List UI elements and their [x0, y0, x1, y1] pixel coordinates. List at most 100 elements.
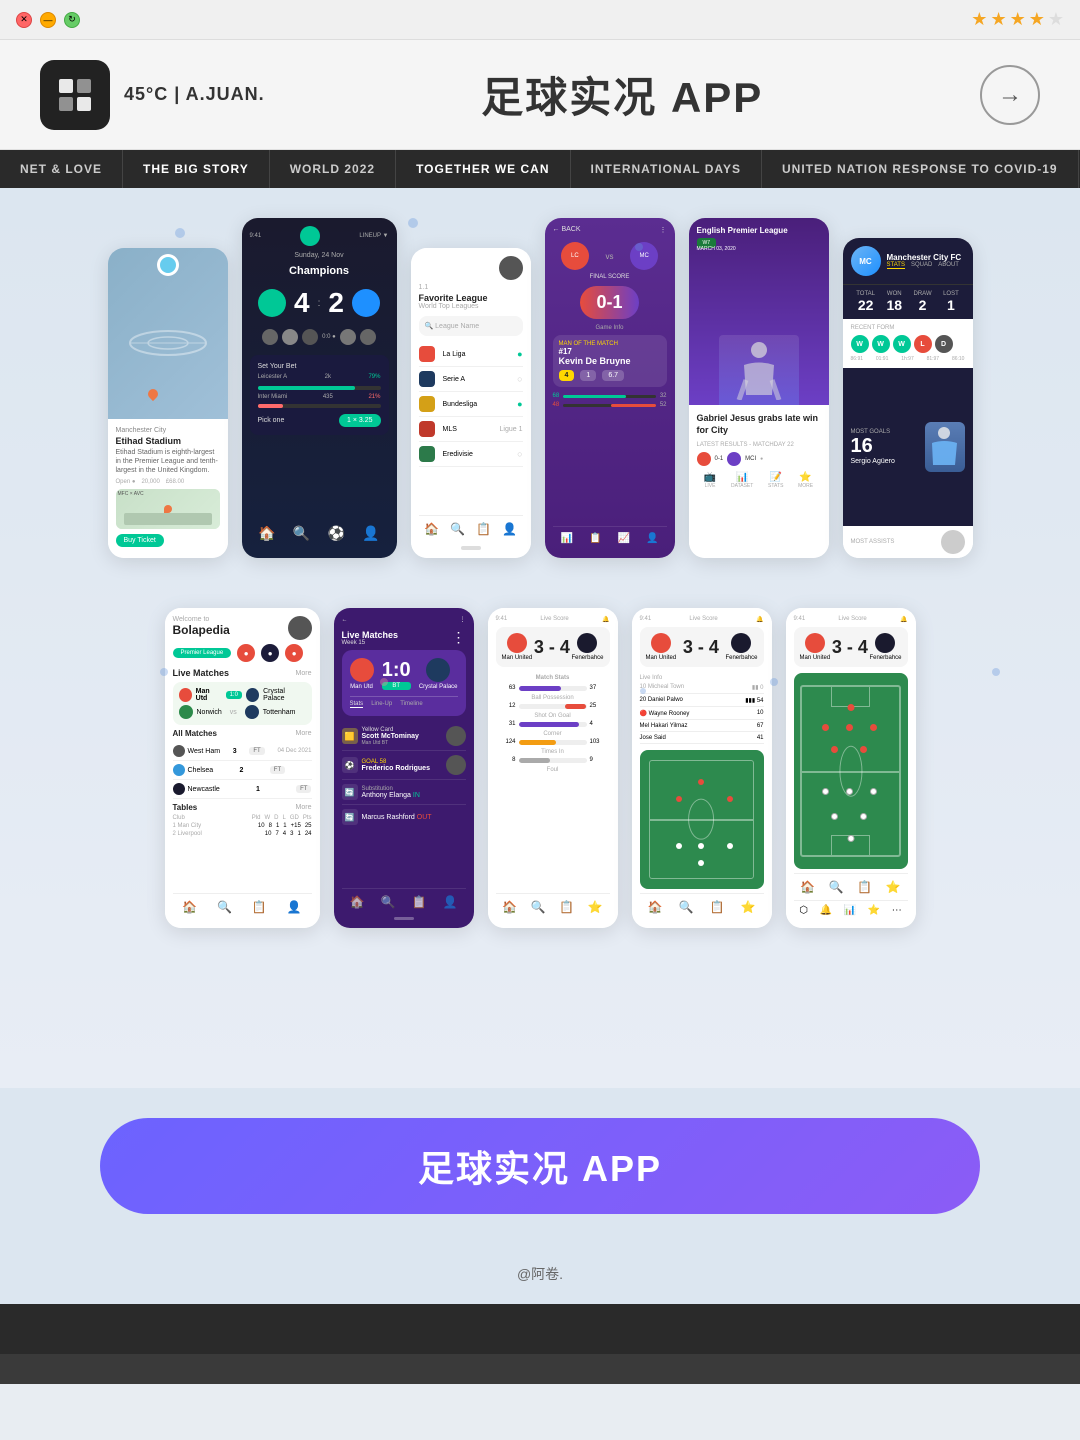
welcome-text: Welcome to [173, 616, 230, 623]
player-name: Sergio Agüero [851, 458, 895, 465]
mockup-live-score-players: 9:41Live Score🔔 Man United 3 - 4 Fenerba… [632, 608, 772, 928]
epl-league-name: English Premier League [697, 226, 821, 235]
stadium-image [108, 248, 228, 419]
ticker-item-4[interactable]: INTERNATIONAL DAYS [571, 150, 762, 188]
favorite-league-title: Favorite League [419, 293, 523, 303]
title-bar: ✕ — ↻ ★★★★★ [0, 0, 1080, 40]
match-item: West Ham 3 FT 04 Dec 2021 [173, 742, 312, 761]
deco-dot [770, 678, 778, 686]
home-team-logo [258, 289, 286, 317]
live-score-display: 3 - 4 [683, 637, 719, 658]
home-team-name: Man United [502, 655, 533, 661]
deco-dot [175, 228, 185, 238]
pitch-away-team: Fenerbahce [869, 655, 901, 661]
form-w1: W [851, 335, 869, 353]
mockup-stadium: Manchester City Etihad Stadium Etihad St… [108, 248, 228, 558]
deco-dot [160, 668, 168, 676]
cta-button[interactable]: 足球实况 APP [100, 1118, 980, 1214]
favorite-league-subtitle: World Top Leagues [419, 303, 523, 310]
league-badge: Premier League [173, 648, 232, 658]
refresh-button[interactable]: ↻ [64, 12, 80, 28]
match-date: Sunday, 24 Nov [250, 252, 389, 259]
cta-section: 足球实况 APP [0, 1088, 1080, 1244]
mockup-champions: 9:41 LINEUP ▼ Sunday, 24 Nov Champions 4… [242, 218, 397, 558]
live-matches-label: Live Matches [173, 668, 230, 678]
home-team: Man Utd [350, 684, 374, 690]
mockup-epl: English Premier League W7 MARCH 03, 2020 [689, 218, 829, 558]
deco-dot [408, 218, 418, 228]
deco-dot [635, 243, 643, 251]
live-week: Week 15 [342, 640, 399, 646]
form-d: D [935, 335, 953, 353]
mockup-favorite-league: 1.1 Favorite League World Top Leagues 🔍 … [411, 248, 531, 558]
league-item: Serie A ○ [419, 367, 523, 392]
bolapedia-name: Bolapedia [173, 623, 230, 637]
pick-label: Pick one [258, 417, 285, 424]
nav-arrow-button[interactable]: → [980, 65, 1040, 125]
league-item: La Liga ● [419, 342, 523, 367]
minimize-button[interactable]: — [40, 12, 56, 28]
tab-stats[interactable]: STATS [887, 262, 905, 269]
form-w2: W [872, 335, 890, 353]
logo-icon [40, 60, 110, 130]
bet-label: Set Your Bet [258, 363, 381, 370]
epl-date: MARCH 03, 2020 [697, 246, 736, 252]
league-item: Bundesliga ● [419, 392, 523, 417]
champions-title: Champions [250, 265, 389, 277]
league-item: Eredivisie ○ [419, 442, 523, 467]
ticker-item-0[interactable]: NET & LOVE [0, 150, 123, 188]
ticker-item-5[interactable]: UNITED NATION RESPONSE TO COVID-19 [762, 150, 1079, 188]
away-team-logo [352, 289, 380, 317]
credit-text: @阿卷. [517, 1266, 563, 1282]
home-score: 4 [294, 287, 310, 319]
stadium-description: Etihad Stadium is eighth-largest in the … [116, 448, 220, 475]
live-away-team: Fenerbahce [725, 655, 757, 661]
buy-ticket-button[interactable]: Buy Ticket [116, 534, 164, 547]
ticker-item-1[interactable]: THE BIG STORY [123, 150, 270, 188]
app-title: 足球实况 APP [481, 64, 763, 125]
league-search[interactable]: 🔍 League Name [419, 316, 523, 336]
live-home-team: Man United [646, 655, 677, 661]
main-content: Manchester City Etihad Stadium Etihad St… [0, 188, 1080, 1088]
tab-squad[interactable]: SQUAD [911, 262, 932, 269]
mockup-live-pitch: 9:41Live Score🔔 Man United 3 - 4 Fenerba… [786, 608, 916, 928]
mockup-bolapedia: Welcome to Bolapedia Premier League ● ● … [165, 608, 320, 928]
league-item: MLS Ligue 1 [419, 417, 523, 442]
motm-name: Kevin De Bruyne [559, 356, 661, 366]
pitch-home-team: Man United [800, 655, 831, 661]
deco-dot [640, 688, 646, 694]
match-item: Newcastle 1 FT [173, 780, 312, 799]
app-header: 45°C | A.JUAN. 足球实况 APP → [0, 40, 1080, 150]
match-item: Chelsea 2 FT [173, 761, 312, 780]
deco-dot [380, 678, 388, 686]
close-button[interactable]: ✕ [16, 12, 32, 28]
stat-lost: 1 [943, 297, 959, 313]
ticker-item-2[interactable]: WORLD 2022 [270, 150, 396, 188]
stat-total: 22 [856, 297, 875, 313]
nav-ticker: NET & LOVE THE BIG STORY WORLD 2022 TOGE… [0, 150, 1080, 188]
motm-stat2: 1 [580, 370, 596, 381]
form-w3: W [893, 335, 911, 353]
pitch-score: 3 - 4 [832, 637, 868, 658]
match-score: 3 - 4 [534, 637, 570, 658]
mockup-mcfc: MC Manchester City FC STATS SQUAD ABOUT … [843, 238, 973, 558]
star-rating: ★★★★★ [971, 9, 1064, 30]
odd-label: 1 × 3.25 [339, 414, 381, 427]
ticker-item-3[interactable]: TOGETHER WE CAN [396, 150, 570, 188]
mockup-row-1: Manchester City Etihad Stadium Etihad St… [20, 218, 1060, 558]
mockup-final-score: ← BACK ⋮ LC vs MC FINAL SCORE 0-1 Game I… [545, 218, 675, 558]
live-matches-title: Live Matches [342, 630, 399, 640]
form-l: L [914, 335, 932, 353]
footer-lighter [0, 1354, 1080, 1384]
motm-stat1: 4 [559, 370, 575, 381]
mcfc-name: Manchester City FC [887, 253, 962, 262]
logo-area: 45°C | A.JUAN. [40, 60, 265, 130]
final-score-label: FINAL SCORE [553, 274, 667, 280]
stat-draw: 2 [914, 297, 932, 313]
stadium-name: Etihad Stadium [116, 436, 220, 446]
stat-won: 18 [886, 297, 902, 313]
tab-about[interactable]: ABOUT [938, 262, 959, 269]
window-controls[interactable]: ✕ — ↻ [16, 12, 80, 28]
assists-label: MOST ASSISTS [851, 539, 895, 545]
motm-number: #17 [559, 347, 661, 356]
